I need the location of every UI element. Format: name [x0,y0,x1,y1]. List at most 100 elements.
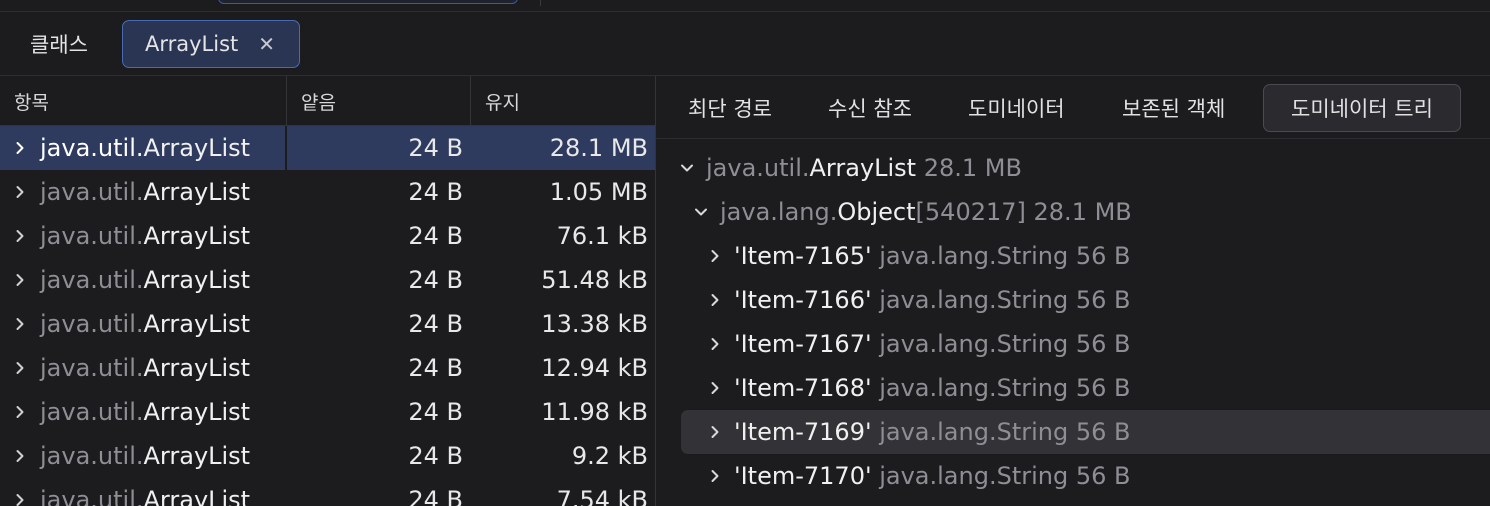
column-header-retained[interactable]: 유지 [471,76,655,126]
cell-shallow-size: 24 B [408,442,463,470]
tab-incoming-references[interactable]: 수신 참조 [808,84,932,132]
column-header-item[interactable]: 항목 [0,76,287,126]
cell-shallow-size: 24 B [408,310,463,338]
table-row[interactable]: java.util. ArrayList 24 B 7.54 kB [0,478,655,506]
row-package: java.util. [40,178,144,206]
cell-retained-size: 1.05 MB [549,178,648,206]
cell-retained-size: 12.94 kB [541,354,648,382]
tree-node-type: java.lang.String 56 B [879,462,1131,490]
chevron-right-icon[interactable] [0,405,40,419]
tree-root-class: ArrayList [809,154,917,182]
chevron-down-icon[interactable] [676,157,698,179]
tree-node-root[interactable]: java.util. ArrayList 28.1 MB [656,146,1490,190]
toolbar-divider [540,0,541,6]
chevron-down-icon[interactable] [690,201,712,223]
tab-shortest-path[interactable]: 최단 경로 [668,84,792,132]
tree-node-value: 'Item-7169' [734,418,872,446]
instances-table: 항목 얕음 유지 java.util. ArrayList 24 B 28.1 MB j… [0,76,655,506]
cell-shallow-size: 24 B [408,354,463,382]
chevron-right-icon[interactable] [0,449,40,463]
tab-retained-objects[interactable]: 보존된 객체 [1102,84,1245,132]
row-class: ArrayList [143,398,251,426]
tab-dominator-tree[interactable]: 도미네이터 트리 [1263,84,1461,132]
chevron-right-icon[interactable] [0,317,40,331]
tab-classes[interactable]: 클래스 [14,20,104,68]
class-tab-bar: 클래스 ArrayList ✕ [0,12,1490,76]
chevron-right-icon[interactable] [704,289,726,311]
table-row[interactable]: java.util. ArrayList 24 B 11.98 kB [0,390,655,434]
chevron-right-icon[interactable] [704,333,726,355]
chevron-right-icon[interactable] [0,229,40,243]
chevron-right-icon[interactable] [0,273,40,287]
row-class: ArrayList [143,486,251,506]
tree-node-type: java.lang.String 56 B [879,374,1131,402]
tree-node-type: java.lang.String 56 B [879,418,1131,446]
detail-pane: 최단 경로 수신 참조 도미네이터 보존된 객체 도미네이터 트리 java.u… [655,76,1490,506]
tab-arraylist-label: ArrayList [145,32,239,56]
column-header-shallow[interactable]: 얕음 [287,76,471,126]
cell-retained-size: 76.1 kB [556,222,648,250]
tree-node-string[interactable]: 'Item-7167' java.lang.String 56 B [656,322,1490,366]
tree-node-string[interactable]: 'Item-7169' java.lang.String 56 B [681,410,1490,454]
chevron-right-icon[interactable] [0,361,40,375]
table-row[interactable]: java.util. ArrayList 24 B 13.38 kB [0,302,655,346]
close-icon[interactable]: ✕ [258,32,275,56]
chevron-right-icon[interactable] [704,245,726,267]
search-field-edge[interactable] [218,0,518,4]
chevron-right-icon[interactable] [704,421,726,443]
tree-node-string[interactable]: 'Item-7165' java.lang.String 56 B [656,234,1490,278]
tree-node-string[interactable]: 'Item-7168' java.lang.String 56 B [656,366,1490,410]
tree-node-object-array[interactable]: java.lang. Object [540217] 28.1 MB [656,190,1490,234]
table-header: 항목 얕음 유지 [0,76,655,126]
tree-node-type: java.lang.String 56 B [879,330,1131,358]
cell-item: java.util. ArrayList [0,214,287,258]
cell-retained-size: 9.2 kB [571,442,648,470]
cell-shallow-size: 24 B [408,398,463,426]
cell-shallow-size: 24 B [408,134,463,162]
tab-dominators[interactable]: 도미네이터 [948,84,1085,132]
row-package: java.util. [40,266,144,294]
tree-root-size-spacer [916,154,924,182]
chevron-right-icon[interactable] [0,185,40,199]
cell-item: java.util. ArrayList [0,302,287,346]
table-row[interactable]: java.util. ArrayList 24 B 9.2 kB [0,434,655,478]
tree-item-list: 'Item-7165' java.lang.String 56 B 'Item-7… [656,234,1490,498]
tree-node-type: java.lang.String 56 B [879,242,1131,270]
tree-node-string[interactable]: 'Item-7170' java.lang.String 56 B [656,454,1490,498]
cell-retained-size: 28.1 MB [549,134,648,162]
chevron-right-icon[interactable] [0,493,40,506]
tab-arraylist[interactable]: ArrayList ✕ [122,20,300,68]
table-row[interactable]: java.util. ArrayList 24 B 1.05 MB [0,170,655,214]
row-class: ArrayList [143,222,251,250]
table-body: java.util. ArrayList 24 B 28.1 MB java.util.… [0,126,655,506]
row-package: java.util. [40,310,144,338]
detail-tab-bar: 최단 경로 수신 참조 도미네이터 보존된 객체 도미네이터 트리 [656,76,1490,139]
table-row[interactable]: java.util. ArrayList 24 B 12.94 kB [0,346,655,390]
cell-retained-size: 51.48 kB [541,266,648,294]
row-package: java.util. [40,398,144,426]
cell-retained-size: 7.54 kB [556,486,648,506]
row-class: ArrayList [143,134,251,162]
chevron-right-icon[interactable] [0,141,40,155]
cell-item: java.util. ArrayList [0,390,287,434]
tree-node-type: java.lang.String 56 B [879,286,1131,314]
chevron-right-icon[interactable] [704,465,726,487]
row-class: ArrayList [143,354,251,382]
chevron-right-icon[interactable] [704,377,726,399]
cell-retained-size: 11.98 kB [541,398,648,426]
table-row[interactable]: java.util. ArrayList 24 B 28.1 MB [0,126,655,170]
tree-node-value: 'Item-7168' [734,374,872,402]
tree-node-string[interactable]: 'Item-7166' java.lang.String 56 B [656,278,1490,322]
cell-item: java.util. ArrayList [0,126,287,170]
cell-item: java.util. ArrayList [0,170,287,214]
table-row[interactable]: java.util. ArrayList 24 B 51.48 kB [0,258,655,302]
row-class: ArrayList [143,310,251,338]
table-row[interactable]: java.util. ArrayList 24 B 76.1 kB [0,214,655,258]
row-package: java.util. [40,222,144,250]
cell-shallow-size: 24 B [408,486,463,506]
tree-node-value: 'Item-7165' [734,242,872,270]
tree-node-value: 'Item-7166' [734,286,872,314]
cell-item: java.util. ArrayList [0,346,287,390]
row-package: java.util. [40,486,144,506]
row-class: ArrayList [143,442,251,470]
